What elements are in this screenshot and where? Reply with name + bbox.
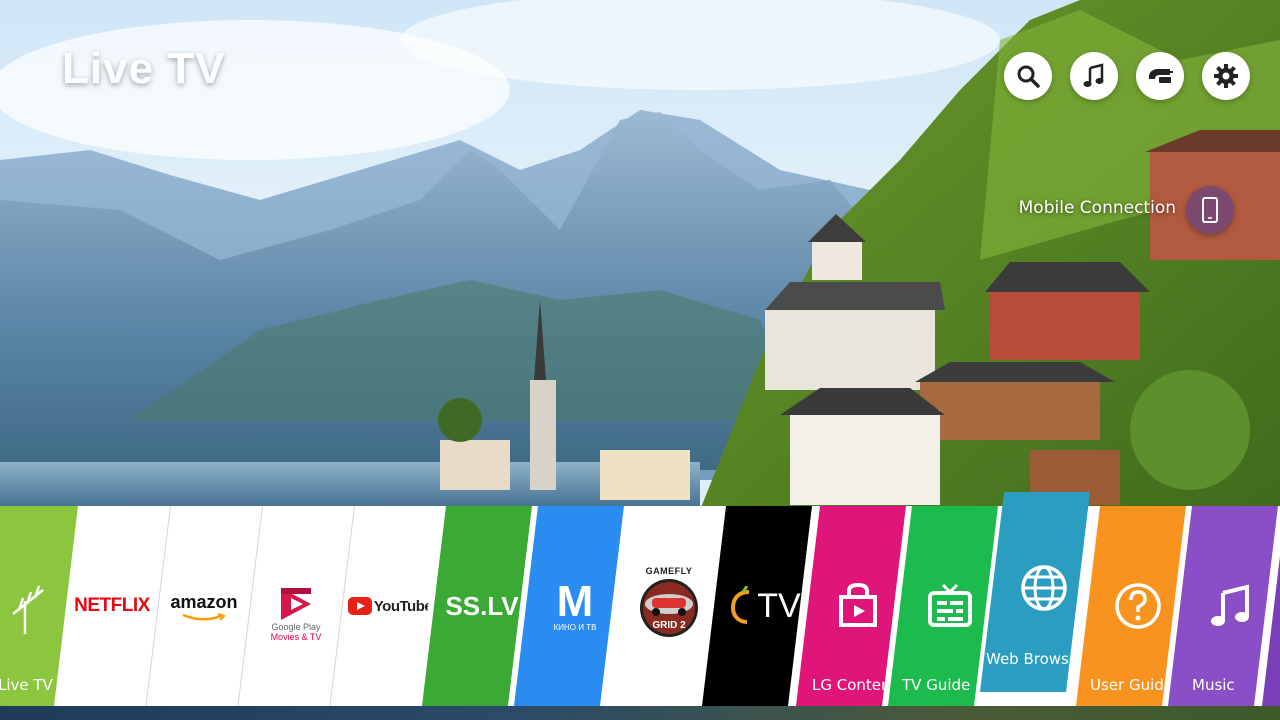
tile-label: Web Browser (986, 650, 1085, 668)
page-title: Live TV (62, 44, 226, 93)
sslv-logo: SS.LV (445, 590, 519, 621)
m-subtitle: КИНО И ТВ (553, 622, 597, 632)
input-cable-icon (1149, 69, 1173, 83)
music-note-icon (1083, 63, 1104, 87)
launcher-bar: Live TV NETFLIX amazon Google Play Movie… (0, 492, 1280, 706)
amazon-smile-icon (182, 612, 226, 621)
settings-button[interactable] (1202, 52, 1250, 100)
tv-app-icon (731, 586, 750, 624)
mobile-connection-button[interactable] (1186, 186, 1234, 234)
question-icon (1115, 583, 1161, 629)
input-button[interactable] (1136, 52, 1184, 100)
tile-label: User Guide (1090, 676, 1168, 694)
google-play-label: Google Play (271, 622, 321, 632)
music-button[interactable] (1070, 52, 1118, 100)
globe-icon (1021, 565, 1067, 611)
launcher-tile-music[interactable]: Music (1168, 506, 1278, 706)
svg-text:GRID 2: GRID 2 (652, 620, 686, 631)
bottom-background-strip (0, 706, 1280, 720)
grid2-game-icon: GRID 2 (640, 579, 698, 637)
search-button[interactable] (1004, 52, 1052, 100)
m-logo: M (556, 576, 594, 626)
google-play-movies-icon (281, 588, 311, 620)
youtube-logo: YouTube (373, 597, 433, 615)
search-icon (1017, 65, 1040, 88)
youtube-play-icon (347, 597, 372, 615)
movies-tv-label: Movies & TV (270, 632, 322, 642)
tv-app-logo: TV (757, 586, 801, 625)
tile-label: TV Guide (902, 676, 971, 694)
mobile-connection-label: Mobile Connection (1018, 198, 1176, 218)
gear-icon (1214, 64, 1238, 88)
shopping-bag-icon (839, 582, 877, 627)
amazon-logo: amazon (170, 591, 238, 612)
netflix-logo: NETFLIX (74, 595, 150, 616)
tile-label: Music (1192, 676, 1235, 694)
tv-guide-icon (928, 583, 972, 627)
music-note-icon (1211, 584, 1249, 626)
smartphone-icon (1202, 197, 1218, 223)
gamefly-logo: GAMEFLY (645, 566, 693, 576)
tile-label: LG Content Store (812, 676, 892, 694)
